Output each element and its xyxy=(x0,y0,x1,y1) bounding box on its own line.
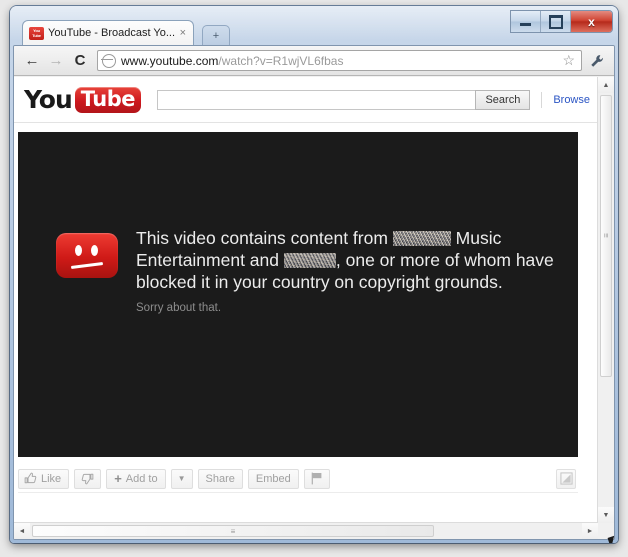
address-bar[interactable]: www.youtube.com/watch?v=R1wjVL6fbas ☆ xyxy=(97,50,582,71)
reload-button[interactable]: C xyxy=(68,49,92,73)
share-button[interactable]: Share xyxy=(198,469,243,489)
url-text: www.youtube.com/watch?v=R1wjVL6fbas xyxy=(121,54,560,68)
youtube-page: You Tube Search Browse xyxy=(14,77,598,523)
browser-toolbar: ← → C www.youtube.com/watch?v=R1wjVL6fba… xyxy=(14,46,614,76)
scroll-down-button[interactable]: ▼ xyxy=(598,507,614,523)
back-arrow-icon: ← xyxy=(25,52,40,69)
redacted-company-2 xyxy=(284,253,336,268)
video-player[interactable]: This video contains content from Music E… xyxy=(18,132,578,457)
page-viewport: You Tube Search Browse xyxy=(14,77,614,539)
scroll-right-button[interactable]: ► xyxy=(582,523,598,539)
forward-button[interactable]: → xyxy=(44,49,68,73)
url-domain: www.youtube.com xyxy=(121,54,218,68)
url-path: /watch?v=R1wjVL6fbas xyxy=(218,54,343,68)
tab-strip: YouTube YouTube - Broadcast Yo... × + xyxy=(10,20,618,45)
add-to-dropdown-button[interactable]: ▼ xyxy=(171,469,193,489)
like-label: Like xyxy=(41,473,61,485)
video-action-bar: Like + Add to ▼ xyxy=(18,465,578,493)
triangle-left-icon: ◄ xyxy=(19,528,26,535)
redacted-company-1 xyxy=(393,231,451,246)
scroll-left-button[interactable]: ◄ xyxy=(14,523,30,539)
flag-icon xyxy=(311,472,323,485)
logo-tube-text: Tube xyxy=(75,87,141,113)
page-info-icon[interactable] xyxy=(102,54,116,68)
flag-button[interactable] xyxy=(304,469,330,489)
share-label: Share xyxy=(206,473,235,485)
browser-tab-youtube[interactable]: YouTube YouTube - Broadcast Yo... × xyxy=(22,20,194,45)
tab-title: YouTube - Broadcast Yo... xyxy=(48,27,177,39)
chevron-down-icon: ▼ xyxy=(178,474,186,483)
browser-window: x YouTube YouTube - Broadcast Yo... × + … xyxy=(10,6,618,543)
triangle-up-icon: ▲ xyxy=(603,82,610,89)
plus-icon: + xyxy=(213,30,219,42)
sad-face-left-eye xyxy=(75,245,82,256)
reload-icon: C xyxy=(75,52,86,69)
logo-you-text: You xyxy=(24,87,72,112)
video-stage: This video contains content from Music E… xyxy=(14,124,598,523)
search-area: Search Browse xyxy=(157,90,590,110)
chrome-pane: ← → C www.youtube.com/watch?v=R1wjVL6fba… xyxy=(13,45,615,540)
wrench-icon xyxy=(590,54,604,68)
tab-close-icon[interactable]: × xyxy=(177,27,189,39)
youtube-masthead: You Tube Search Browse xyxy=(14,77,598,123)
vertical-scrollbar[interactable]: ▲ ≡ ▼ xyxy=(597,77,614,523)
triangle-down-icon: ▼ xyxy=(603,512,610,519)
divider xyxy=(541,92,542,108)
embed-label: Embed xyxy=(256,473,291,485)
browse-link[interactable]: Browse xyxy=(553,94,590,106)
grip-icon: ≡ xyxy=(231,527,236,536)
blocked-video-notice: This video contains content from Music E… xyxy=(56,227,554,314)
thumbs-down-icon xyxy=(81,472,94,485)
like-button[interactable]: Like xyxy=(18,469,69,489)
grip-icon: ≡ xyxy=(602,233,611,239)
thumbs-up-icon xyxy=(24,472,37,485)
scroll-up-button[interactable]: ▲ xyxy=(598,77,614,93)
notice-subtext: Sorry about that. xyxy=(136,302,554,314)
notice-part-1: This video contains content from xyxy=(136,228,393,248)
bookmark-star-icon[interactable]: ☆ xyxy=(560,52,577,69)
youtube-favicon-icon: YouTube xyxy=(29,27,44,40)
search-button-label: Search xyxy=(485,94,520,106)
add-to-button[interactable]: + Add to xyxy=(106,469,165,489)
add-to-label: Add to xyxy=(126,473,158,485)
chrome-menu-button[interactable] xyxy=(586,50,608,72)
embed-button[interactable]: Embed xyxy=(248,469,299,489)
triangle-right-icon: ► xyxy=(587,528,594,535)
plus-icon: + xyxy=(114,471,122,486)
sad-face-mouth xyxy=(71,262,103,269)
sad-face-icon xyxy=(56,233,118,278)
horizontal-scroll-thumb[interactable]: ≡ xyxy=(32,525,434,537)
notice-message: This video contains content from Music E… xyxy=(136,227,554,293)
vertical-scroll-thumb[interactable]: ≡ xyxy=(600,95,612,377)
horizontal-scrollbar[interactable]: ◄ ≡ ► xyxy=(14,522,598,539)
youtube-logo[interactable]: You Tube xyxy=(24,87,141,113)
new-tab-button[interactable]: + xyxy=(202,25,230,45)
notice-text-block: This video contains content from Music E… xyxy=(136,227,554,314)
back-button[interactable]: ← xyxy=(20,49,44,73)
sad-face-right-eye xyxy=(91,245,98,256)
search-button[interactable]: Search xyxy=(475,90,530,110)
statistics-icon xyxy=(560,472,573,485)
search-input[interactable] xyxy=(157,90,475,110)
forward-arrow-icon: → xyxy=(49,52,64,69)
statistics-button[interactable] xyxy=(556,469,576,489)
dislike-button[interactable] xyxy=(74,469,101,489)
